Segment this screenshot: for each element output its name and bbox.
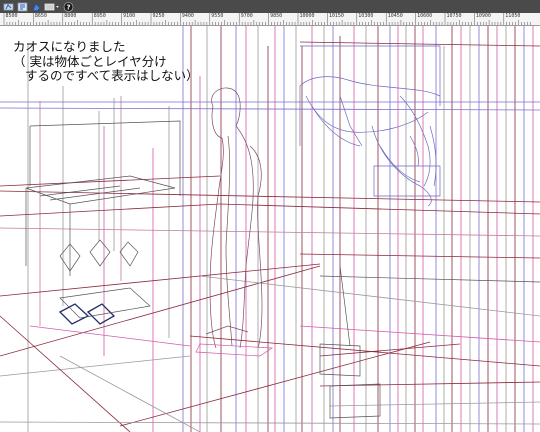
drawing-canvas[interactable]: カオスになりました （ 実は物体ごとレイヤ分け するのですべて表示はしない）	[0, 26, 540, 432]
perspective-sketch	[0, 26, 540, 432]
layer-icon	[17, 2, 27, 11]
left-furniture	[25, 120, 181, 325]
svg-text:?: ?	[66, 3, 70, 11]
monitor-icon	[44, 3, 59, 10]
annotation-line-3: するのですべて表示はしない）	[25, 68, 199, 83]
right-machinery	[299, 45, 441, 207]
layer-tool-button[interactable]	[16, 1, 28, 12]
ruler-label: 9550	[211, 13, 224, 19]
ruler-label: 9700	[240, 13, 253, 19]
annotation-line-1: カオスになりました	[13, 39, 126, 54]
ruler-label: 10000	[299, 13, 315, 19]
ruler-label: 10600	[417, 13, 433, 19]
ruler-label: 10450	[387, 13, 403, 19]
ruler-label: 10150	[328, 13, 344, 19]
help-button[interactable]: ?	[62, 1, 74, 12]
toolbar: ?	[0, 0, 540, 13]
vertical-guides	[27, 26, 534, 432]
horizontal-ruler[interactable]: 8500 8650 8800 8950 9100 9250 9400 9550 9700 9850…	[0, 13, 540, 26]
annotation-text: カオスになりました （ 実は物体ごとレイヤ分け するのですべて表示はしない）	[13, 39, 199, 84]
fill-icon	[31, 2, 40, 11]
ruler-label: 8500	[5, 13, 18, 19]
display-menu-button[interactable]	[44, 1, 60, 12]
ruler-label: 9850	[270, 13, 283, 19]
ruler-label: 8950	[93, 13, 106, 19]
question-icon: ?	[63, 1, 73, 12]
ruler-label: 9100	[123, 13, 136, 19]
ruler-label: 11050	[505, 13, 521, 19]
lasso-icon	[3, 3, 13, 10]
ruler-label: 8800	[64, 13, 77, 19]
fill-tool-button[interactable]	[30, 1, 42, 12]
annotation-line-2: （ 実は物体ごとレイヤ分け	[13, 53, 167, 69]
ruler-label: 10900	[475, 13, 491, 19]
ruler-label: 9250	[152, 13, 165, 19]
lasso-tool-button[interactable]	[2, 1, 14, 12]
ruler-label: 8650	[34, 13, 47, 19]
ruler-label: 10300	[358, 13, 374, 19]
ruler-label: 10750	[446, 13, 462, 19]
perspective-lines	[0, 41, 540, 432]
ruler-label: 9400	[181, 13, 194, 19]
